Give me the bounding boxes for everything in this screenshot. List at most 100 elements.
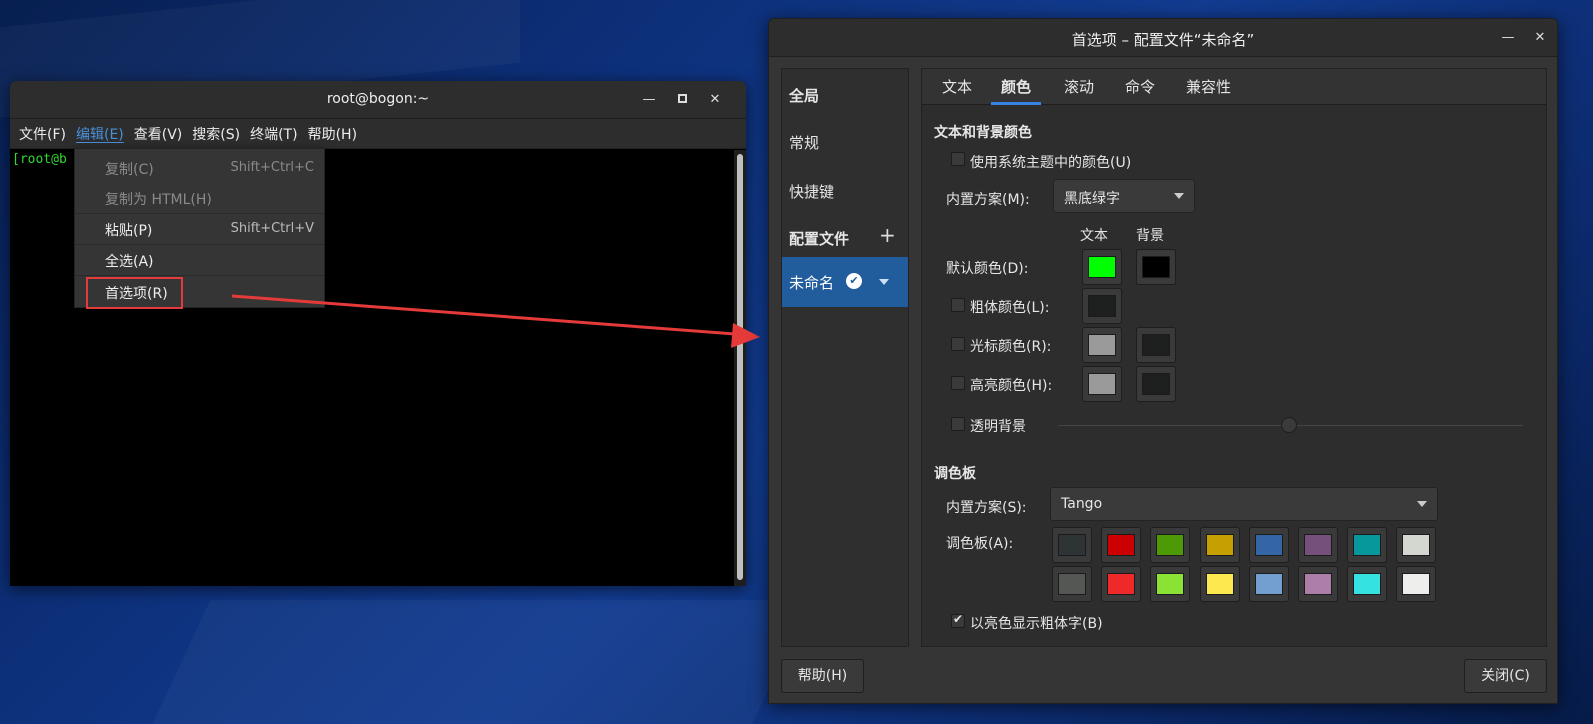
highlight-color-label: 高亮颜色(H): (970, 378, 1053, 394)
scrollbar[interactable] (734, 150, 746, 586)
tab-bar: 文本 颜色 滚动 命令 兼容性 (922, 69, 1546, 105)
default-text-color-swatch[interactable] (1082, 249, 1122, 285)
maximize-icon[interactable] (671, 89, 693, 111)
chevron-down-icon (1417, 501, 1427, 507)
tab-scrolling[interactable]: 滚动 (1062, 69, 1096, 105)
cursor-color-checkbox[interactable] (951, 337, 965, 351)
minimize-icon[interactable]: — (1497, 27, 1519, 49)
highlight-color-checkbox[interactable] (951, 376, 965, 390)
tab-command[interactable]: 命令 (1123, 69, 1157, 105)
palette-color-swatch[interactable] (1052, 527, 1092, 563)
menu-item-copy-html[interactable]: 复制为 HTML(H) (75, 183, 324, 213)
menu-help[interactable]: 帮助(H) (303, 124, 362, 144)
sidebar-item-profile-unnamed[interactable]: 未命名 ✔ (782, 257, 908, 307)
highlight-bg-color-swatch[interactable] (1136, 366, 1176, 402)
menu-item-copy[interactable]: 复制(C) Shift+Ctrl+C (75, 153, 324, 183)
bold-color-swatch[interactable] (1082, 288, 1122, 324)
chevron-down-icon (1174, 193, 1184, 199)
menu-item-select-all[interactable]: 全选(A) (75, 245, 324, 275)
use-system-colors-label: 使用系统主题中的颜色(U) (970, 155, 1132, 171)
palette-color-swatch[interactable] (1199, 527, 1240, 563)
palette-color-swatch[interactable] (1150, 527, 1191, 563)
cursor-color-label: 光标颜色(R): (970, 339, 1052, 355)
highlight-text-color-swatch[interactable] (1082, 366, 1122, 402)
menu-view[interactable]: 查看(V) (129, 124, 188, 144)
builtin-scheme-select[interactable]: 黑底绿字 (1053, 179, 1195, 213)
sidebar-item-global[interactable]: 全局 (789, 85, 819, 106)
menu-file[interactable]: 文件(F) (14, 124, 71, 144)
sidebar-item-profiles: 配置文件 (789, 230, 850, 248)
section-text-bg-heading: 文本和背景颜色 (934, 125, 1032, 141)
palette-color-swatch[interactable] (1101, 527, 1142, 563)
palette-color-swatch[interactable] (1101, 566, 1142, 602)
palette-color-swatch[interactable] (1248, 527, 1289, 563)
menu-edit[interactable]: 编辑(E) (71, 124, 129, 144)
transparent-bg-checkbox[interactable] (951, 417, 965, 431)
tab-colors[interactable]: 颜色 (991, 69, 1042, 105)
bright-bold-label: 以亮色显示粗体字(B) (970, 616, 1103, 632)
menu-item-label: 复制(C) (105, 162, 154, 178)
menu-item-label: 全选(A) (105, 254, 154, 270)
column-text-label: 文本 (1080, 228, 1108, 244)
preferences-main: 文本 颜色 滚动 命令 兼容性 文本和背景颜色 使用系统主题中的颜色(U) 内置… (921, 68, 1547, 647)
menu-item-paste[interactable]: 粘贴(P) Shift+Ctrl+V (75, 214, 324, 244)
section-palette-heading: 调色板 (934, 466, 976, 482)
help-button[interactable]: 帮助(H) (781, 659, 864, 693)
palette-color-swatch[interactable] (1052, 566, 1092, 602)
tab-text[interactable]: 文本 (940, 69, 974, 105)
menu-item-shortcut: Shift+Ctrl+V (230, 221, 314, 236)
palette-scheme-select[interactable]: Tango (1050, 487, 1438, 521)
default-profile-check-icon: ✔ (846, 273, 862, 289)
use-system-colors-checkbox[interactable] (951, 152, 965, 166)
palette-color-swatch[interactable] (1298, 566, 1338, 602)
minimize-icon[interactable]: — (638, 89, 660, 111)
menu-separator (75, 275, 324, 276)
shell-prompt: [root@b (12, 152, 67, 167)
palette-color-swatch[interactable] (1298, 527, 1338, 563)
profile-menu-icon[interactable] (879, 279, 889, 285)
wallpaper-shape (150, 600, 811, 724)
cursor-text-color-swatch[interactable] (1082, 327, 1122, 363)
menu-search[interactable]: 搜索(S) (187, 124, 245, 144)
column-bg-label: 背景 (1136, 228, 1164, 244)
menu-terminal[interactable]: 终端(T) (245, 124, 302, 144)
bold-color-checkbox[interactable] (951, 298, 965, 312)
palette-scheme-value: Tango (1061, 496, 1103, 512)
transparent-bg-label: 透明背景 (970, 419, 1026, 435)
palette-color-swatch[interactable] (1347, 527, 1388, 563)
dialog-title: 首选项 – 配置文件“未命名” (1071, 31, 1255, 49)
palette-color-swatch[interactable] (1347, 566, 1388, 602)
menu-item-label: 复制为 HTML(H) (105, 192, 212, 208)
menu-item-shortcut: Shift+Ctrl+C (230, 160, 314, 175)
close-icon[interactable]: ✕ (1529, 27, 1551, 49)
palette-label: 调色板(A): (946, 536, 1014, 552)
dialog-titlebar: 首选项 – 配置文件“未命名” — ✕ (769, 19, 1557, 57)
transparency-slider-knob[interactable] (1281, 417, 1297, 433)
cursor-bg-color-swatch[interactable] (1136, 327, 1176, 363)
highlight-box (86, 277, 183, 309)
palette-color-swatch[interactable] (1248, 566, 1289, 602)
default-color-label: 默认颜色(D): (946, 261, 1029, 277)
terminal-menubar: 文件(F) 编辑(E) 查看(V) 搜索(S) 终端(T) 帮助(H) (10, 119, 746, 149)
palette-color-swatch[interactable] (1396, 566, 1437, 602)
builtin-scheme-value: 黑底绿字 (1064, 191, 1120, 207)
palette-color-swatch[interactable] (1199, 566, 1240, 602)
palette-scheme-label: 内置方案(S): (946, 500, 1027, 516)
scrollbar-thumb[interactable] (737, 154, 743, 580)
bright-bold-checkbox[interactable] (951, 612, 965, 628)
terminal-title: root@bogon:~ (326, 91, 430, 107)
terminal-titlebar: root@bogon:~ — ✕ (10, 81, 746, 119)
profile-name: 未命名 (789, 274, 835, 292)
palette-color-swatch[interactable] (1150, 566, 1191, 602)
add-profile-icon[interactable]: + (879, 223, 896, 247)
preferences-sidebar: 全局 常规 快捷键 配置文件 + 未命名 ✔ (781, 68, 909, 647)
palette-color-swatch[interactable] (1396, 527, 1437, 563)
default-bg-color-swatch[interactable] (1136, 249, 1176, 285)
menu-item-label: 粘贴(P) (105, 223, 153, 239)
sidebar-item-shortcuts[interactable]: 快捷键 (789, 181, 834, 202)
builtin-scheme-label: 内置方案(M): (946, 192, 1030, 208)
tab-compatibility[interactable]: 兼容性 (1184, 69, 1233, 105)
close-button[interactable]: 关闭(C) (1464, 659, 1547, 693)
sidebar-item-general[interactable]: 常规 (789, 132, 819, 153)
close-icon[interactable]: ✕ (704, 89, 726, 111)
